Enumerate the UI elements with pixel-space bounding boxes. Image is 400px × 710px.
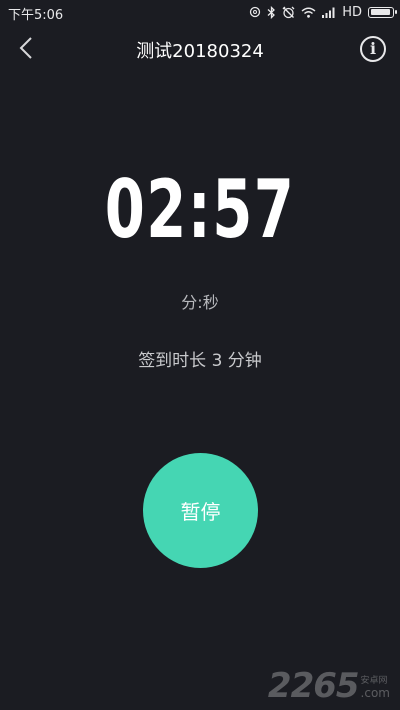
battery-level: [370, 9, 390, 15]
info-button[interactable]: i: [360, 36, 386, 62]
nav-bar: 测试20180324 i: [0, 24, 400, 74]
status-time: 下午5:06: [8, 8, 64, 23]
no-alarm-icon: [282, 6, 295, 19]
pause-button[interactable]: 暂停: [143, 453, 258, 568]
timer-unit-label: 分:秒: [181, 293, 219, 312]
timer-display: 02:57: [104, 163, 296, 256]
info-icon: i: [369, 39, 377, 58]
status-icons: HD: [249, 3, 397, 21]
watermark-number: 2265: [267, 666, 360, 706]
network-type-label: HD: [342, 4, 362, 20]
status-bar: 下午5:06 HD: [0, 0, 400, 24]
wifi-icon: [301, 7, 316, 18]
sign-duration-label: 签到时长 3 分钟: [138, 351, 262, 371]
bluetooth-icon: [267, 5, 276, 19]
watermark-side: 安卓网 .com: [361, 676, 390, 700]
battery-icon: [368, 6, 397, 18]
pause-button-label: 暂停: [180, 502, 221, 524]
page-title: 测试20180324: [136, 41, 264, 62]
watermark-com: .com: [360, 686, 390, 700]
watermark-logo: 2265 安卓网 .com: [268, 666, 390, 706]
timer-screen: 下午5:06 HD 测试20180324 i 02:57 分:秒 签到时长 3 …: [0, 0, 400, 710]
alarm-icon: [249, 6, 261, 18]
signal-icon: [322, 7, 336, 18]
